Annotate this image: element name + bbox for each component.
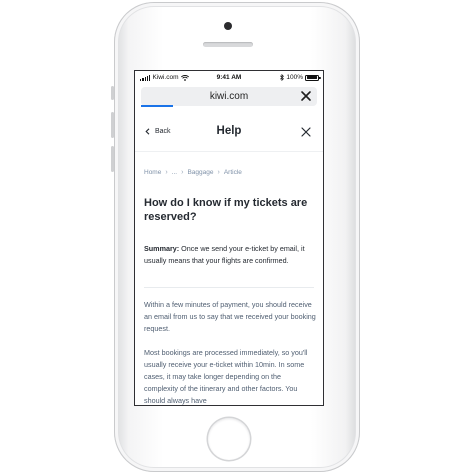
breadcrumb-item-article: Article <box>223 169 242 176</box>
breadcrumb-item-ellipsis[interactable]: ... <box>172 169 177 176</box>
chevron-right-icon: › <box>217 169 220 176</box>
stage: Kiwi.com 9:41 AM 100% kiwi.com Back Help… <box>0 0 474 472</box>
chevron-right-icon: › <box>181 169 184 176</box>
close-icon[interactable] <box>301 127 311 137</box>
home-button[interactable] <box>208 418 250 460</box>
status-right: 100% <box>280 74 321 81</box>
battery-icon <box>305 74 321 81</box>
summary-label: Summary: <box>144 244 180 253</box>
close-icon[interactable] <box>300 90 312 102</box>
article-summary: Summary: Once we send your e-ticket by e… <box>144 243 316 267</box>
breadcrumb: Home › ... › Baggage › Article <box>144 169 242 176</box>
article-title: How do I know if my tickets are reserved… <box>144 197 308 223</box>
bluetooth-icon <box>280 74 285 81</box>
front-camera <box>224 22 232 30</box>
divider <box>144 287 314 288</box>
phone-screen: Kiwi.com 9:41 AM 100% kiwi.com Back Help… <box>134 70 324 406</box>
breadcrumb-item-home[interactable]: Home <box>144 169 161 176</box>
page-load-progress <box>141 105 173 107</box>
url-bar[interactable]: kiwi.com <box>141 87 317 106</box>
url-text: kiwi.com <box>209 91 249 102</box>
article-paragraph: Within a few minutes of payment, you sho… <box>144 300 316 333</box>
help-header: Back Help <box>135 115 323 152</box>
article-paragraph: Most bookings are processed immediately,… <box>144 348 308 405</box>
earpiece-speaker <box>203 42 253 47</box>
page-title: Help <box>216 125 242 137</box>
status-bar: Kiwi.com 9:41 AM 100% <box>135 71 323 85</box>
battery-percent: 100% <box>286 74 303 81</box>
chevron-right-icon: › <box>165 169 168 176</box>
breadcrumb-item-baggage[interactable]: Baggage <box>187 169 213 176</box>
